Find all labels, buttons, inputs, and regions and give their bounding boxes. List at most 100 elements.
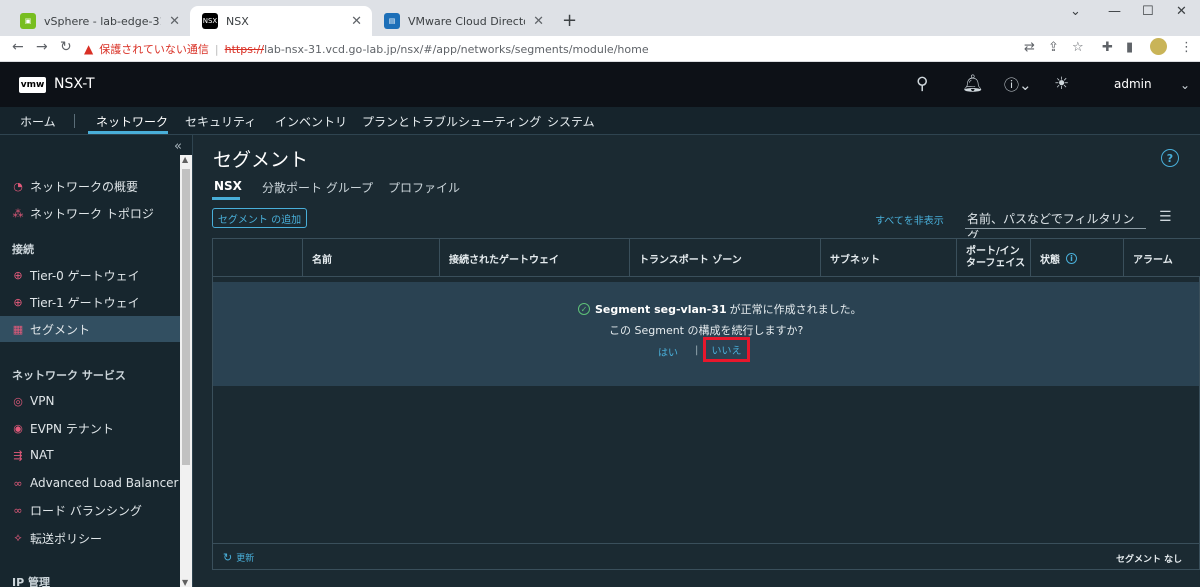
column-header-transport-zone[interactable]: トランスポート ゾーン [629, 239, 821, 277]
nav-plan-troubleshoot[interactable]: プランとトラブルシューティング [362, 113, 541, 130]
browser-tab-vsphere[interactable]: ▣ vSphere - lab-edge-31 - サマリ ✕ [8, 6, 190, 36]
tab-distributed-port-groups[interactable]: 分散ポート グループ [262, 179, 373, 196]
scroll-down-icon[interactable]: ▼ [182, 578, 188, 587]
sidebar-section-ip-management: IP 管理 [12, 576, 50, 587]
forwarding-icon: ⟡ [14, 531, 22, 544]
close-icon[interactable]: ✕ [351, 14, 362, 29]
sidebar-item-label: EVPN テナント [30, 421, 114, 436]
column-header-subnet[interactable]: サブネット [820, 239, 957, 277]
vcd-icon: ▤ [384, 13, 400, 29]
hide-all-link[interactable]: すべてを非表示 [875, 212, 944, 227]
theme-icon[interactable]: ☀ [1054, 74, 1069, 94]
chevron-down-icon[interactable]: ⌄ [1070, 4, 1081, 19]
browser-toolbar: ← → ↻ ▲ 保護されていない通信 | https://lab-nsx-31.… [0, 36, 1200, 62]
no-button[interactable]: いいえ [703, 337, 750, 362]
bell-icon[interactable]: 🔔︎ [962, 74, 984, 94]
address-bar[interactable]: ▲ 保護されていない通信 | https://lab-nsx-31.vcd.go… [84, 38, 1014, 60]
share-icon[interactable]: ⇪ [1048, 40, 1059, 55]
main-content: セグメント ? NSX 分散ポート グループ プロファイル セグメント の追加 … [193, 135, 1200, 587]
user-menu[interactable]: admin [1114, 77, 1152, 91]
subtab-active-indicator [212, 197, 240, 200]
reload-button[interactable]: ↻ [60, 39, 72, 55]
continue-question: この Segment の構成を続行しますか? [609, 324, 804, 337]
nav-separator [74, 114, 75, 128]
vsphere-icon: ▣ [20, 13, 36, 29]
sidebar-scrollbar[interactable]: ▲ ▼ [180, 155, 192, 587]
help-icon[interactable]: ? [1161, 149, 1179, 167]
refresh-button[interactable]: ↻ 更新 [223, 551, 254, 564]
chevron-down-icon[interactable]: ⌄ [1180, 78, 1190, 92]
column-header-ports[interactable]: ポート/イン ターフェイス [956, 239, 1029, 277]
nav-security[interactable]: セキュリティ [185, 113, 256, 130]
tier1-icon: ⊕ [13, 295, 23, 309]
extensions-icon[interactable]: ✚ [1102, 40, 1113, 55]
tab-profiles[interactable]: プロファイル [388, 179, 460, 196]
side-panel-icon[interactable]: ▮ [1126, 40, 1133, 55]
filter-input[interactable]: 名前、パスなどでフィルタリング [965, 207, 1146, 243]
filter-icon[interactable]: ☰ [1159, 209, 1172, 225]
sidebar-section-network-services: ネットワーク サービス [12, 369, 126, 382]
continue-config-prompt: ✓ Segment seg-vlan-31 が正常に作成されました。 この Se… [213, 282, 1199, 386]
menu-icon[interactable]: ⋮ [1180, 40, 1193, 55]
sidebar-item-label: Advanced Load Balancer [30, 476, 179, 490]
network-overview-icon: ◔ [13, 179, 23, 193]
forward-button[interactable]: → [36, 39, 48, 55]
column-label: トランスポート ゾーン [639, 254, 742, 266]
column-header-alarms[interactable]: アラーム [1123, 239, 1200, 277]
nat-icon: ⇶ [13, 448, 23, 462]
yes-button[interactable]: はい [658, 344, 678, 359]
avatar[interactable] [1150, 38, 1167, 55]
nav-networking[interactable]: ネットワーク [96, 113, 168, 130]
tier0-icon: ⊕ [13, 268, 23, 282]
star-icon[interactable]: ☆ [1072, 40, 1084, 55]
new-tab-button[interactable]: + [562, 10, 577, 31]
sidebar-item-topology[interactable]: ⁂ ネットワーク トポロジ [0, 200, 180, 226]
translate-icon[interactable]: ⇄ [1024, 40, 1035, 55]
sidebar-item-evpn[interactable]: ◉ EVPN テナント [0, 415, 180, 441]
search-icon[interactable]: ⚲ [916, 74, 928, 94]
sidebar-item-alb[interactable]: ∞ Advanced Load Balancer [0, 470, 180, 496]
grid-footer: ↻ 更新 セグメント なし [213, 543, 1199, 570]
sidebar-item-tier0[interactable]: ⊕ Tier-0 ゲートウェイ [0, 262, 180, 288]
sidebar-item-forwarding[interactable]: ⟡ 転送ポリシー [0, 525, 180, 551]
sidebar-item-label: 転送ポリシー [30, 531, 103, 546]
evpn-icon: ◉ [13, 421, 23, 435]
close-icon[interactable]: ✕ [533, 14, 544, 29]
nav-home[interactable]: ホーム [20, 113, 56, 130]
browser-tab-nsx[interactable]: NSX NSX ✕ [190, 6, 372, 36]
column-header-gateway[interactable]: 接続されたゲートウェイ [439, 239, 631, 277]
sidebar-item-segments[interactable]: ▦ セグメント [0, 316, 180, 342]
scroll-up-icon[interactable]: ▲ [182, 155, 188, 164]
alb-icon: ∞ [13, 476, 23, 490]
sidebar-item-load-balancing[interactable]: ∞ ロード バランシング [0, 497, 180, 523]
check-circle-icon: ✓ [578, 303, 590, 315]
add-segment-button[interactable]: セグメント の追加 [212, 208, 307, 228]
sidebar-item-label: VPN [30, 394, 55, 408]
page-title: セグメント [213, 149, 309, 171]
sidebar-item-label: NAT [30, 448, 54, 462]
column-header-name[interactable]: 名前 [302, 239, 448, 277]
close-icon[interactable]: ✕ [169, 14, 180, 29]
sidebar-item-vpn[interactable]: ◎ VPN [0, 388, 180, 414]
nav-system[interactable]: システム [547, 113, 595, 130]
maximize-button[interactable]: ☐ [1142, 4, 1154, 19]
minimize-button[interactable]: — [1108, 4, 1121, 19]
sidebar: « ◔ ネットワークの概要 ⁂ ネットワーク トポロジ 接続 ⊕ Tier-0 … [0, 135, 193, 587]
collapse-sidebar-icon[interactable]: « [174, 139, 182, 154]
sidebar-item-tier1[interactable]: ⊕ Tier-1 ゲートウェイ [0, 289, 180, 315]
topology-icon: ⁂ [12, 206, 24, 220]
column-label: ポート/イン ターフェイス [966, 246, 1026, 269]
help-menu-icon[interactable]: ⓘ⌄ [1004, 74, 1032, 95]
scroll-thumb[interactable] [182, 169, 190, 465]
close-window-button[interactable]: ✕ [1176, 4, 1187, 19]
sidebar-item-label: Tier-0 ゲートウェイ [30, 268, 140, 283]
tab-nsx[interactable]: NSX [214, 179, 242, 193]
sidebar-item-network-overview[interactable]: ◔ ネットワークの概要 [0, 173, 180, 199]
column-header-status[interactable]: 状態 i [1030, 239, 1124, 277]
info-icon[interactable]: i [1066, 252, 1077, 264]
sidebar-item-nat[interactable]: ⇶ NAT [0, 442, 180, 468]
security-label[interactable]: 保護されていない通信 [99, 41, 209, 57]
back-button[interactable]: ← [12, 39, 24, 55]
nav-inventory[interactable]: インベントリ [275, 113, 347, 130]
browser-tab-vcd[interactable]: ▤ VMware Cloud Director - 外部ネ ✕ [372, 6, 554, 36]
